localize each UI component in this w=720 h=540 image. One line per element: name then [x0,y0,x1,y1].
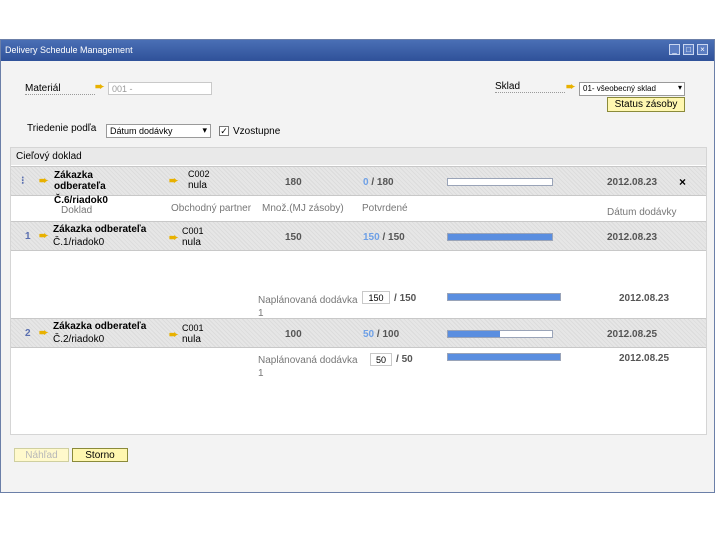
doc-title: Zákazka odberateľa [53,321,147,332]
bp-name: nula [182,334,201,345]
sort-select[interactable]: Dátum dodávky ▾ [106,124,211,138]
chevron-down-icon: ▾ [677,83,682,92]
ascending-checkbox[interactable]: ✓ [219,126,229,136]
progress-fill [448,354,560,360]
planned-progress-bar [447,293,561,301]
window-title: Delivery Schedule Management [5,45,133,55]
bp-code: C001 [182,226,204,236]
child-document-row[interactable]: 2 ➨ Zákazka odberateľa Č.2/riadok0 ➨ C00… [11,318,706,348]
planned-date: 2012.08.23 [619,293,670,304]
tree-collapse-icon[interactable]: ⁝ [21,174,25,187]
doc-link-arrow-icon[interactable]: ➨ [39,326,48,339]
confirmed-progress-bar [447,330,553,338]
column-header-quantity: Množ.(MJ zásoby) [262,203,344,214]
bp-name: nula [182,237,201,248]
minimize-icon[interactable]: _ [669,44,680,55]
planned-delivery-row: Naplánovaná dodávka 1 [258,294,358,320]
confirmed-qty: 150 [363,232,380,243]
doc-title: Zákazka odberateľa [54,170,106,192]
planned-progress-bar [447,353,561,361]
confirmed-progress-bar [447,233,553,241]
total-qty: 150 [388,232,405,243]
doc-ref: Č.2/riadok0 [53,334,105,345]
column-header-business-partner: Obchodný partner [171,203,252,214]
progress-fill [448,331,500,337]
row-index: 1 [25,231,31,242]
close-icon[interactable]: × [679,175,686,189]
quantity: 180 [285,177,302,188]
column-header-confirmed: Potvrdené [362,203,408,214]
planned-index: 1 [258,368,264,379]
warehouse-value: 01- všeobecný sklad [583,84,656,93]
material-label: Materiál [25,83,95,95]
material-link-arrow-icon[interactable]: ➨ [95,80,104,93]
quantity: 150 [285,232,302,243]
warehouse-select[interactable]: 01- všeobecný sklad ▾ [579,82,685,96]
doc-link-arrow-icon[interactable]: ➨ [39,174,48,187]
delivery-date: 2012.08.25 [607,329,658,340]
progress-fill [448,294,560,300]
stock-status-button[interactable]: Status zásoby [607,97,685,112]
doc-link-arrow-icon[interactable]: ➨ [39,229,48,242]
planned-label: Naplánovaná dodávka [258,355,358,366]
doc-ref: Č.1/riadok0 [53,237,105,248]
column-header-document: Doklad [61,205,93,216]
progress-fill [448,234,552,240]
sort-label: Triedenie podľa [27,123,97,134]
delivery-date: 2012.08.23 [607,232,658,243]
planned-quantity-input[interactable]: 50 [370,353,392,366]
planned-total: 50 [401,354,413,365]
confirmed-qty: 0 [363,177,369,188]
sort-value: Dátum dodávky [110,126,173,136]
quantity: 100 [285,329,302,340]
total-qty: 180 [376,177,394,188]
bp-link-arrow-icon[interactable]: ➨ [169,231,178,244]
doc-title: Zákazka odberateľa [53,224,147,235]
bp-name: nula [188,180,207,191]
confirmed-qty: 50 [363,329,375,340]
target-document-panel: Cieľový doklad ⁝ ➨ Zákazka odberateľa ➨ … [10,147,707,435]
planned-quantity-input[interactable]: 150 [362,291,390,304]
bp-code: C002 [188,169,210,179]
row-index: 2 [25,328,31,339]
warehouse-link-arrow-icon[interactable]: ➨ [566,80,575,93]
close-window-icon[interactable]: × [697,44,708,55]
planned-delivery-row: Naplánovaná dodávka 1 [258,354,358,380]
chevron-down-icon: ▾ [202,125,207,135]
parent-document-row[interactable]: ⁝ ➨ Zákazka odberateľa ➨ C002 nula 180 0… [11,166,706,196]
total-qty: 100 [382,329,400,340]
material-input[interactable]: 001 - [108,82,212,95]
warehouse-label: Sklad [495,81,565,93]
section-title: Cieľový doklad [11,148,706,165]
planned-label: Naplánovaná dodávka [258,295,358,306]
planned-total: 150 [399,293,417,304]
column-header-delivery-date: Dátum dodávky [607,207,677,218]
bp-link-arrow-icon[interactable]: ➨ [169,174,178,187]
bp-link-arrow-icon[interactable]: ➨ [169,328,178,341]
preview-button[interactable]: Náhľad [14,448,69,462]
bp-code: C001 [182,323,204,333]
cancel-button[interactable]: Storno [72,448,128,462]
delivery-schedule-window: Delivery Schedule Management _ □ × Mater… [0,39,715,493]
title-bar: Delivery Schedule Management _ □ × [1,40,714,61]
maximize-icon[interactable]: □ [683,44,694,55]
delivery-date: 2012.08.23 [607,177,658,188]
confirmed-progress-bar [447,178,553,186]
planned-date: 2012.08.25 [619,353,670,364]
ascending-label: Vzostupne [233,126,281,137]
child-document-row[interactable]: 1 ➨ Zákazka odberateľa Č.1/riadok0 ➨ C00… [11,221,706,251]
